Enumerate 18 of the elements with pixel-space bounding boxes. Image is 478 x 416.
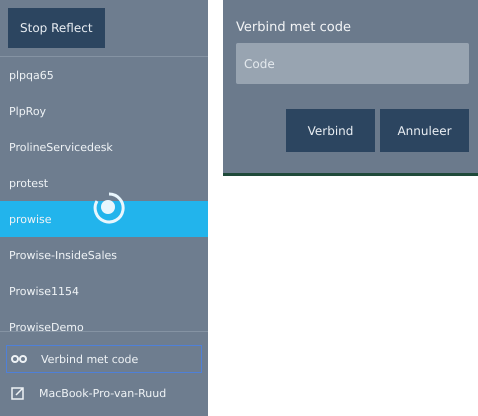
device-item[interactable]: Prowise-InsideSales bbox=[0, 237, 208, 273]
loading-spinner-icon bbox=[92, 191, 126, 225]
device-item[interactable]: prowise bbox=[0, 201, 208, 237]
dialog-button[interactable]: Verbind bbox=[286, 109, 375, 152]
stop-reflect-button[interactable]: Stop Reflect bbox=[8, 8, 105, 48]
code-field[interactable]: Code bbox=[236, 43, 469, 84]
dialog-button[interactable]: Annuleer bbox=[380, 109, 469, 152]
device-item[interactable]: ProwiseDemo bbox=[0, 309, 208, 331]
dialog-title: Verbind met code bbox=[236, 20, 352, 35]
edit-icon bbox=[11, 386, 25, 400]
sidebar-action[interactable]: MacBook-Pro-van-Ruud bbox=[6, 379, 202, 407]
sidebar-action[interactable]: Verbind met code bbox=[6, 345, 202, 373]
device-item[interactable]: protest bbox=[0, 165, 208, 201]
device-item[interactable]: plpqa65 bbox=[0, 57, 208, 93]
device-item[interactable]: Prowise1154 bbox=[0, 273, 208, 309]
device-item[interactable]: ProlineServicedesk bbox=[0, 129, 208, 165]
link-icon bbox=[11, 355, 27, 363]
device-item[interactable]: PlpRoy bbox=[0, 93, 208, 129]
